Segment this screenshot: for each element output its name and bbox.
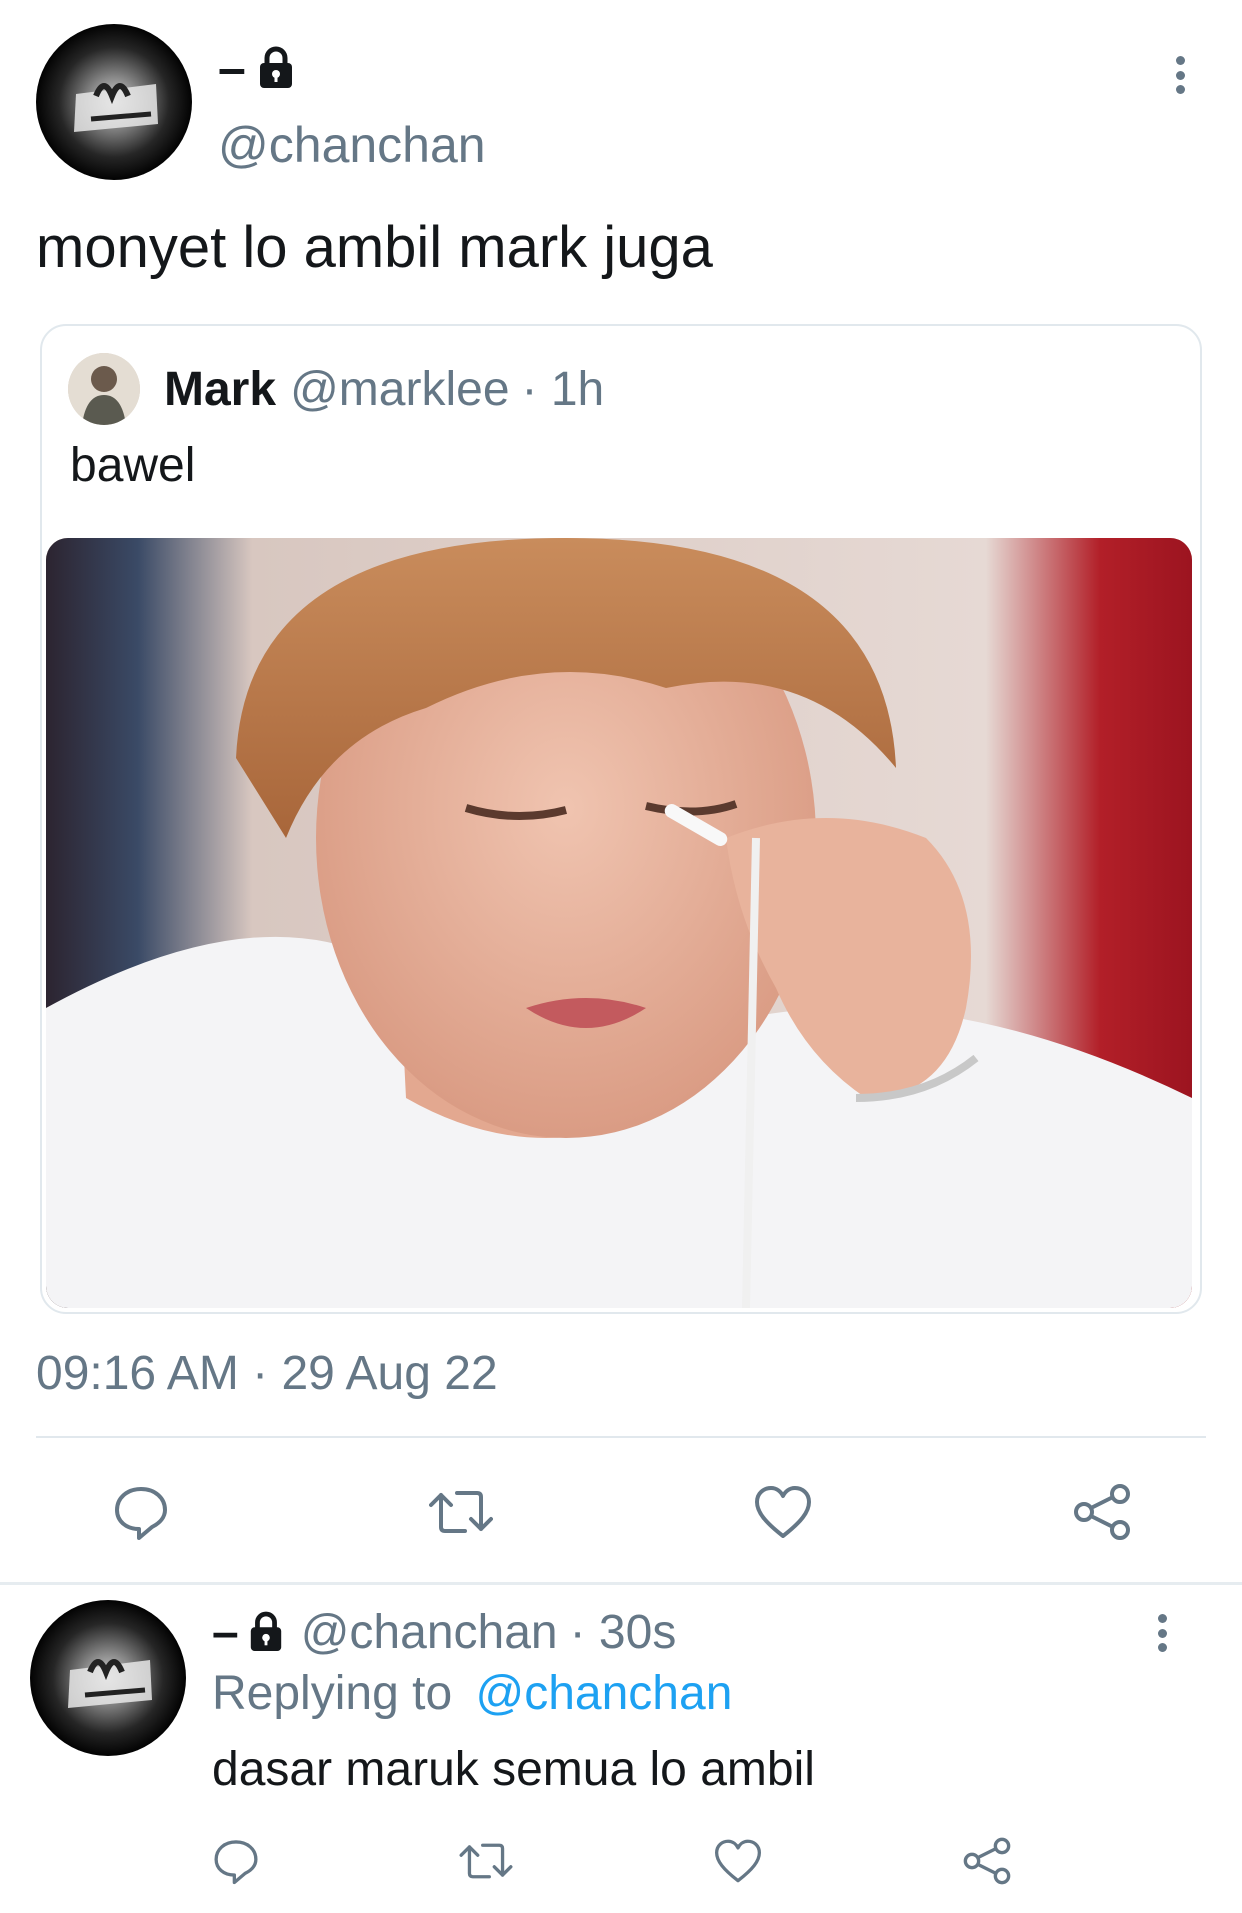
reply-author-name[interactable]: – [212,1605,239,1660]
reply-time: · 30s [569,1605,677,1659]
quoted-tweet-card[interactable]: Mark @marklee · 1h bawel [40,324,1202,1314]
tweet-separator [0,1582,1242,1585]
author-avatar[interactable] [36,24,192,180]
author-display-name[interactable]: – [218,39,246,97]
replying-to-handle[interactable]: @chanchan [475,1667,732,1720]
quoted-tweet-header: Mark @marklee · 1h [68,352,604,426]
retweet-icon[interactable] [459,1837,513,1885]
reply-actions [212,1834,1012,1888]
quoted-author-handle[interactable]: @marklee [290,362,509,417]
share-icon[interactable] [1072,1482,1132,1542]
share-icon[interactable] [962,1836,1012,1886]
more-options-icon[interactable] [1174,56,1186,94]
divider [36,1436,1206,1438]
quoted-tweet-text: bawel [70,439,196,492]
tweet-text: monyet lo ambil mark juga [36,215,713,280]
lock-icon [247,1611,285,1653]
quoted-author-name[interactable]: Mark [164,362,276,417]
tweet-actions [112,1480,1132,1544]
replying-to-label: Replying to [212,1667,453,1720]
quoted-author-avatar[interactable] [68,353,140,425]
lock-icon [256,46,296,90]
quoted-tweet-time: · 1h [521,362,605,416]
replying-to-line: Replying to @chanchan [212,1666,732,1721]
reply-more-options-icon[interactable] [1156,1614,1168,1652]
reply-text: dasar maruk semua lo ambil [212,1743,815,1796]
reply-author-row: – @chanchan · 30s [212,1604,676,1660]
author-handle[interactable]: @chanchan [218,116,486,174]
like-icon[interactable] [713,1838,763,1884]
reply-icon[interactable] [112,1483,170,1541]
retweet-icon[interactable] [429,1483,494,1541]
reply-icon[interactable] [212,1837,260,1885]
like-icon[interactable] [753,1484,813,1540]
author-name-row: – [218,40,296,96]
reply-author-avatar[interactable] [30,1600,186,1756]
quoted-tweet-image[interactable] [46,538,1192,1308]
tweet-timestamp: 09:16 AM · 29 Aug 22 [36,1347,498,1400]
reply-author-handle[interactable]: @chanchan [301,1605,558,1660]
